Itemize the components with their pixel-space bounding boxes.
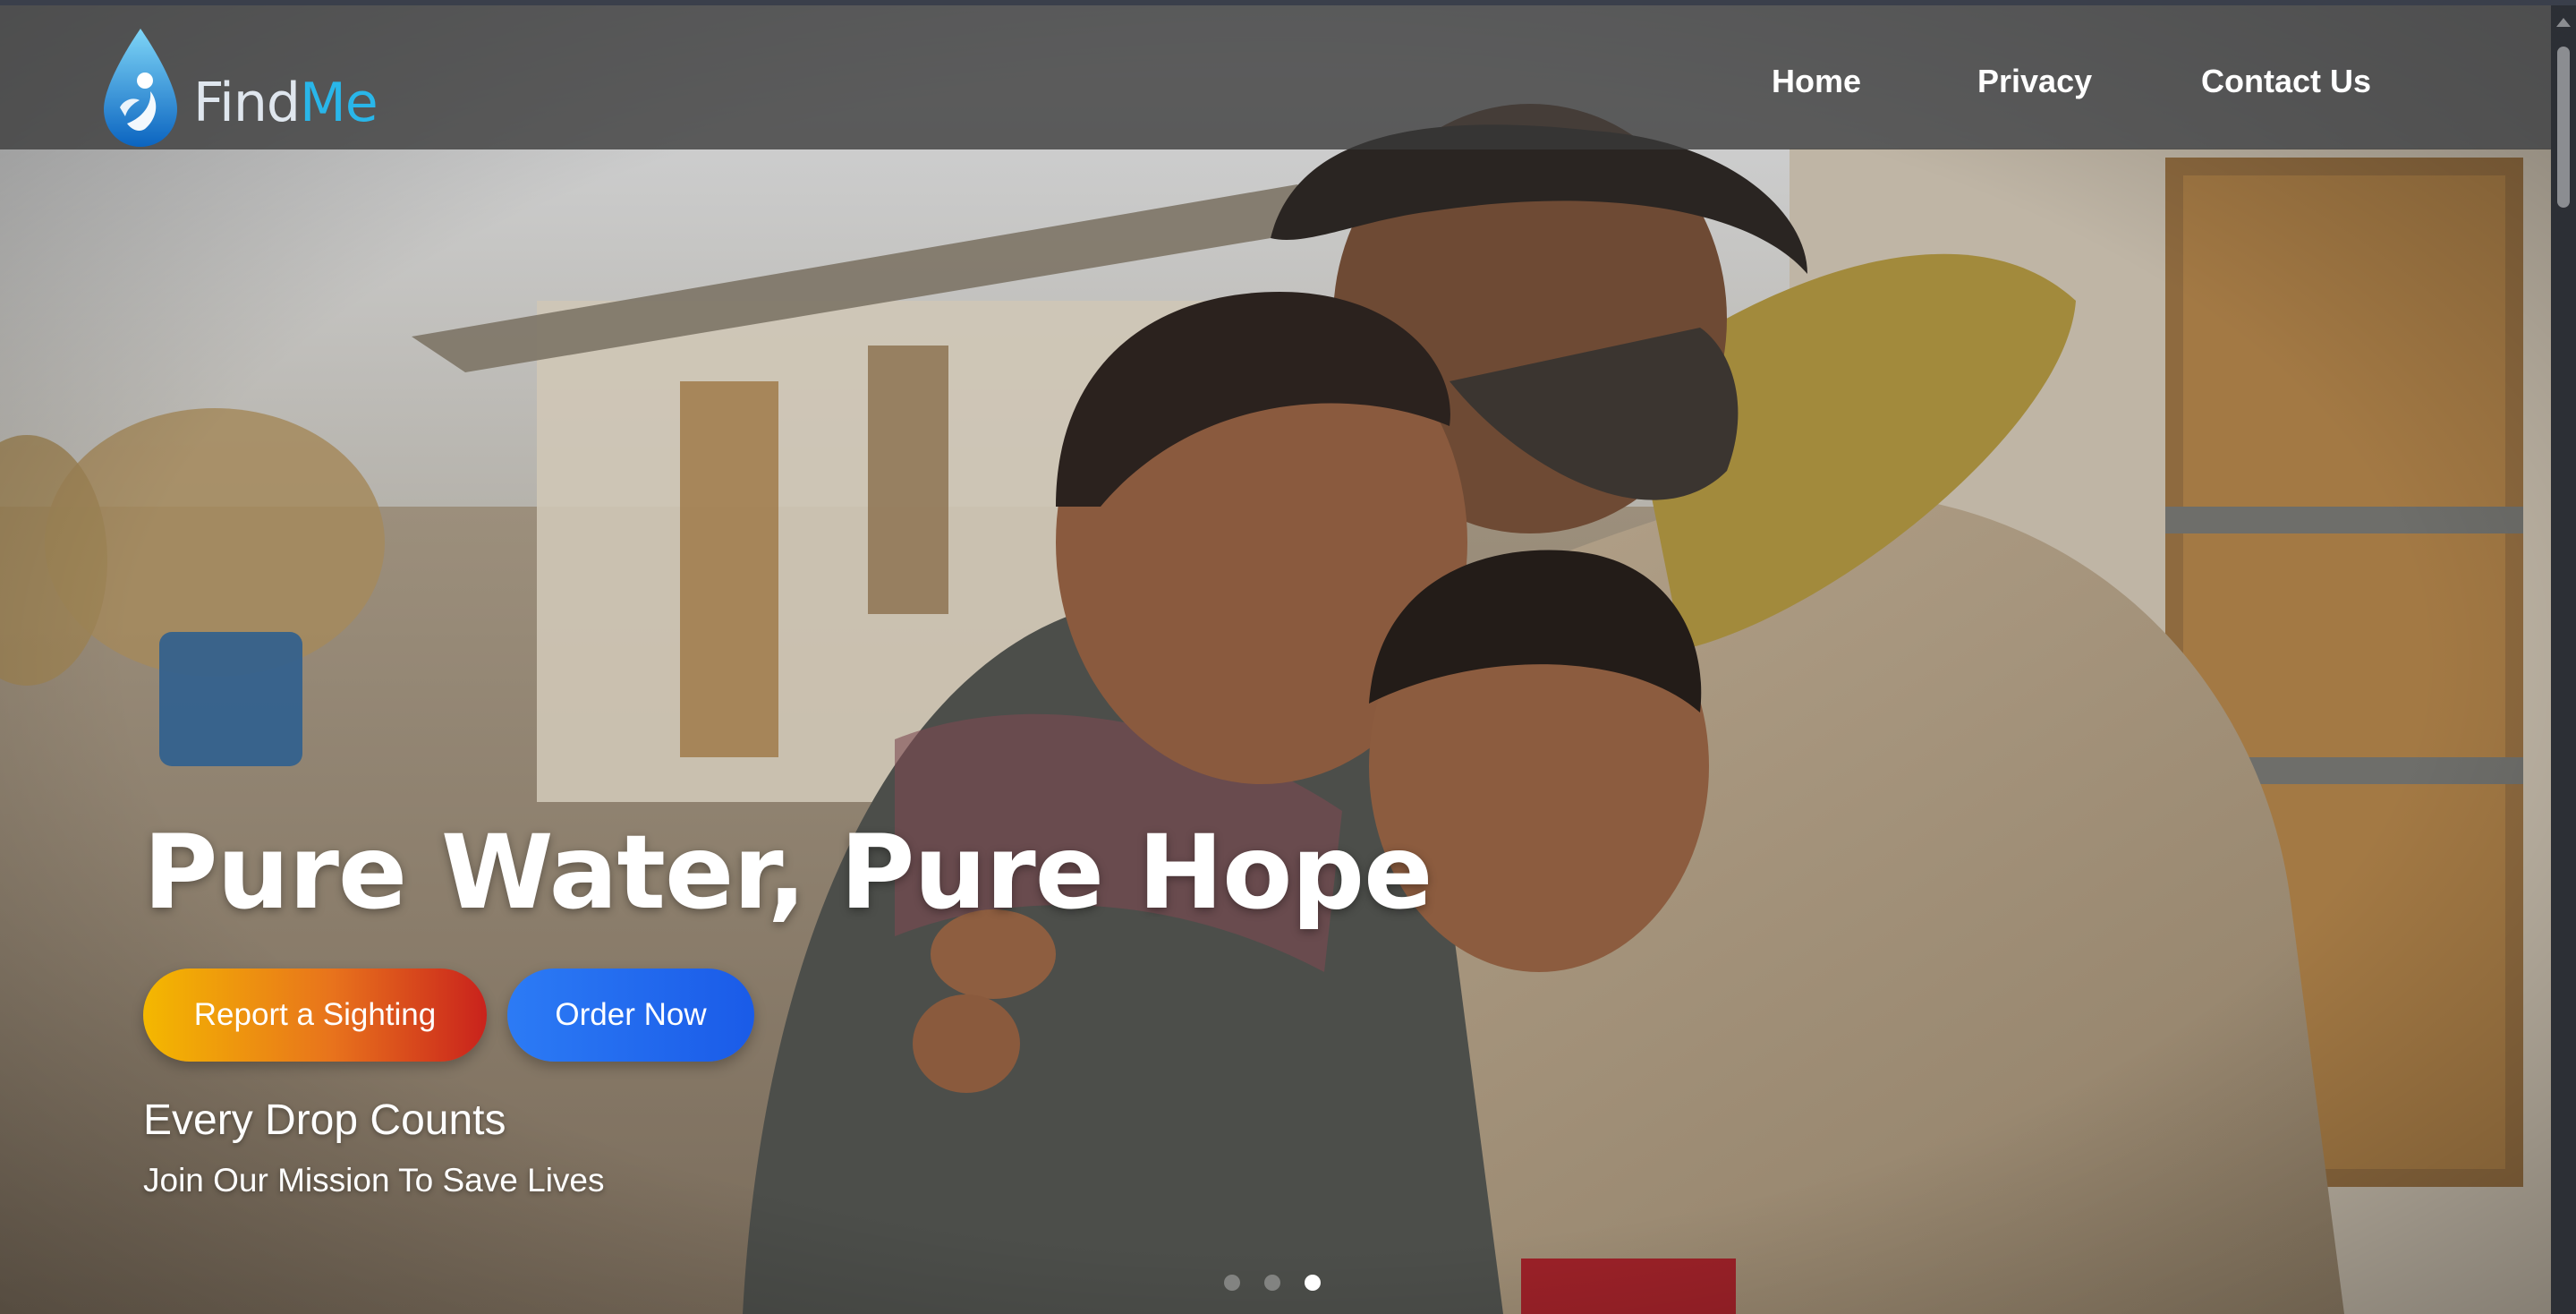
scrollbar-thumb[interactable] bbox=[2557, 47, 2570, 208]
scroll-up-arrow-icon[interactable] bbox=[2556, 18, 2571, 27]
nav-link-contact[interactable]: Contact Us bbox=[2201, 63, 2371, 100]
nav-link-home[interactable]: Home bbox=[1772, 63, 1861, 100]
hero-tagline: Every Drop Counts bbox=[143, 1096, 506, 1144]
carousel-dot-3[interactable] bbox=[1305, 1275, 1321, 1291]
top-navigation-bar: FindMe Home Privacy Contact Us bbox=[0, 5, 2551, 149]
hero-title: Pure Water, Pure Hope bbox=[143, 813, 1433, 932]
hero-subtagline: Join Our Mission To Save Lives bbox=[143, 1162, 605, 1199]
brand-name: FindMe bbox=[193, 72, 378, 134]
report-sighting-button[interactable]: Report a Sighting bbox=[143, 968, 487, 1062]
water-drop-logo-icon bbox=[104, 29, 177, 147]
brand-logo[interactable]: FindMe bbox=[100, 25, 387, 150]
carousel-indicators bbox=[1224, 1275, 1321, 1291]
carousel-dot-1[interactable] bbox=[1224, 1275, 1240, 1291]
page-scrollbar[interactable] bbox=[2551, 5, 2576, 1314]
carousel-dot-2[interactable] bbox=[1264, 1275, 1280, 1291]
nav-link-privacy[interactable]: Privacy bbox=[1977, 63, 2092, 100]
order-now-button[interactable]: Order Now bbox=[507, 968, 754, 1062]
